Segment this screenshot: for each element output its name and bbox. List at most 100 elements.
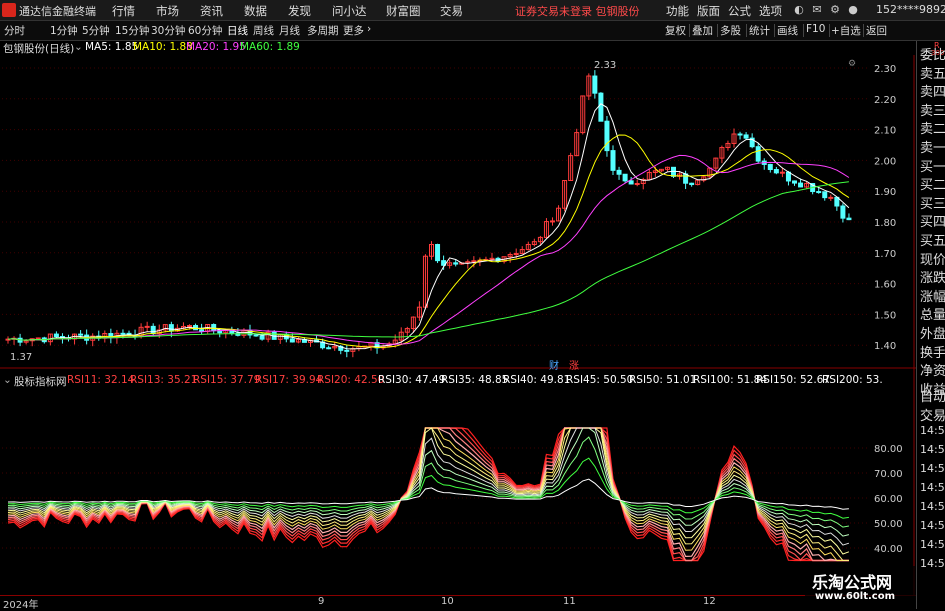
rsi-line <box>7 427 850 546</box>
sidebar-item[interactable]: 买一 <box>920 156 945 175</box>
f10-button[interactable]: F10 <box>806 23 825 35</box>
tick-time[interactable]: 14:56 <box>920 519 945 532</box>
user-icon[interactable]: ● <box>847 4 859 16</box>
menu-quotes[interactable]: 行情 <box>112 3 135 19</box>
candle <box>792 180 797 184</box>
period-toolbar: 分时 1分钟 5分钟 15分钟 30分钟 60分钟 日线 周线 月线 多周期 更… <box>0 21 945 41</box>
sidebar-item[interactable]: 涨跌 <box>920 267 945 286</box>
sidebar-item[interactable]: 总量 <box>920 304 945 323</box>
menu-market[interactable]: 市场 <box>156 3 179 19</box>
menu-wealth[interactable]: 财富圈 <box>386 3 421 19</box>
sidebar-item[interactable]: 买二 <box>920 174 945 193</box>
login-warning[interactable]: 证券交易未登录 包钢股份 <box>515 3 640 19</box>
menu-news[interactable]: 资讯 <box>200 3 223 19</box>
tick-time[interactable]: 14:56 <box>920 443 945 456</box>
sidebar-item[interactable]: 买五 <box>920 230 945 249</box>
y-tick-label: 2.30 <box>874 64 896 75</box>
kline-chart[interactable]: 2.30 2.20 2.10 2.00 1.90 1.80 1.70 1.60 1.50 1.40… <box>0 55 916 595</box>
menu-options[interactable]: 选项 <box>759 3 782 19</box>
draw-line-button[interactable]: 画线 <box>777 23 798 38</box>
user-account[interactable]: 152****9892 <box>876 3 945 16</box>
candle <box>598 92 604 122</box>
candle <box>846 217 852 221</box>
watermark-title: 乐淘公式网 <box>812 573 893 592</box>
tick-time[interactable]: 14:56 <box>920 481 945 494</box>
candle <box>737 133 743 136</box>
add-watchlist-button[interactable]: +自选 <box>831 23 861 38</box>
statistics-button[interactable]: 统计 <box>749 23 770 38</box>
y-tick-label: 1.50 <box>874 310 896 321</box>
menu-layout[interactable]: 版面 <box>697 3 720 19</box>
period-tab-more[interactable]: 更多 <box>343 23 364 38</box>
period-tab-monthly[interactable]: 月线 <box>279 23 300 38</box>
menu-function[interactable]: 功能 <box>666 3 689 19</box>
candle <box>683 173 689 184</box>
menu-trade[interactable]: 交易 <box>440 3 463 19</box>
low-price-label: 1.37 <box>10 352 32 363</box>
tick-time[interactable]: 14:56 <box>920 557 945 570</box>
tick-time[interactable]: 14:56 <box>920 462 945 475</box>
menu-discover[interactable]: 发现 <box>288 3 311 19</box>
back-button[interactable]: 返回 <box>866 23 887 38</box>
chevron-right-icon[interactable]: › <box>367 23 371 35</box>
sidebar-item[interactable]: 卖四 <box>920 81 945 100</box>
rise-tag[interactable]: 涨 <box>569 360 579 372</box>
rsi-line <box>7 427 850 537</box>
period-tab-30min[interactable]: 30分钟 <box>151 23 185 38</box>
adjust-button[interactable]: 复权 <box>665 23 686 38</box>
tick-time[interactable]: 14:56 <box>920 424 945 437</box>
candle <box>634 183 640 186</box>
sidebar-item[interactable]: 买四 <box>920 211 945 230</box>
message-icon[interactable]: ✉ <box>811 4 823 16</box>
period-tab-timeshare[interactable]: 分时 <box>4 23 25 38</box>
sidebar-item[interactable]: 卖二 <box>920 118 945 137</box>
date-label: 9 <box>318 596 325 607</box>
sidebar-item[interactable]: 交易 <box>920 405 945 424</box>
period-tab-1min[interactable]: 1分钟 <box>50 23 78 38</box>
sidebar-item[interactable]: 涨幅 <box>920 286 945 305</box>
candle <box>798 182 804 188</box>
candle <box>822 191 828 199</box>
sidebar-item[interactable]: 外盘 <box>920 323 945 342</box>
candle <box>767 163 773 171</box>
sidebar-item[interactable]: 自动 <box>920 386 945 405</box>
tick-time[interactable]: 14:56 <box>920 538 945 551</box>
sidebar-item[interactable]: 买三 <box>920 193 945 212</box>
chevron-down-icon[interactable]: ⌄ <box>3 374 12 386</box>
y-tick-label: 2.00 <box>874 156 896 167</box>
period-tab-daily[interactable]: 日线 <box>227 23 248 38</box>
sidebar-item[interactable]: 卖一 <box>920 137 945 156</box>
chevron-down-icon[interactable]: ⌄ <box>74 41 83 53</box>
period-tab-weekly[interactable]: 周线 <box>253 23 274 38</box>
sidebar-item[interactable]: 卖五 <box>920 63 945 82</box>
sidebar-item[interactable]: 净资 <box>920 360 945 379</box>
rsi-value: RSI45: 50.50 <box>566 374 634 386</box>
period-tab-15min[interactable]: 15分钟 <box>115 23 149 38</box>
skin-icon[interactable]: ◐ <box>793 4 805 16</box>
menu-formula[interactable]: 公式 <box>728 3 751 19</box>
y-tick-label: 1.40 <box>874 341 896 352</box>
candle <box>616 169 622 175</box>
overlay-button[interactable]: 叠加 <box>692 23 713 38</box>
menu-data[interactable]: 数据 <box>244 3 267 19</box>
gear-icon[interactable]: ⚙ <box>848 59 856 69</box>
finance-tag[interactable]: 财 <box>549 359 559 372</box>
period-tab-5min[interactable]: 5分钟 <box>82 23 110 38</box>
stock-name[interactable]: 包钢股份(日线) <box>3 41 74 56</box>
candle <box>35 337 41 340</box>
period-tab-multi[interactable]: 多周期 <box>307 23 339 38</box>
period-tab-60min[interactable]: 60分钟 <box>188 23 222 38</box>
sidebar-item[interactable]: 卖三 <box>920 100 945 119</box>
sidebar-item[interactable]: 换手 <box>920 342 945 361</box>
sidebar-item[interactable]: 现价 <box>920 249 945 268</box>
settings-icon[interactable]: ⚙ <box>829 4 841 16</box>
multi-stock-button[interactable]: 多股 <box>720 23 741 38</box>
candle <box>840 205 846 219</box>
menu-ask[interactable]: 问小达 <box>332 3 367 19</box>
tick-time[interactable]: 14:56 <box>920 500 945 513</box>
candle <box>816 191 822 194</box>
candle <box>435 244 441 262</box>
indicator-name[interactable]: 股标指标网 <box>14 374 67 389</box>
sidebar-item[interactable]: 委比 <box>920 44 945 63</box>
y-tick-label: 50.00 <box>874 519 903 530</box>
